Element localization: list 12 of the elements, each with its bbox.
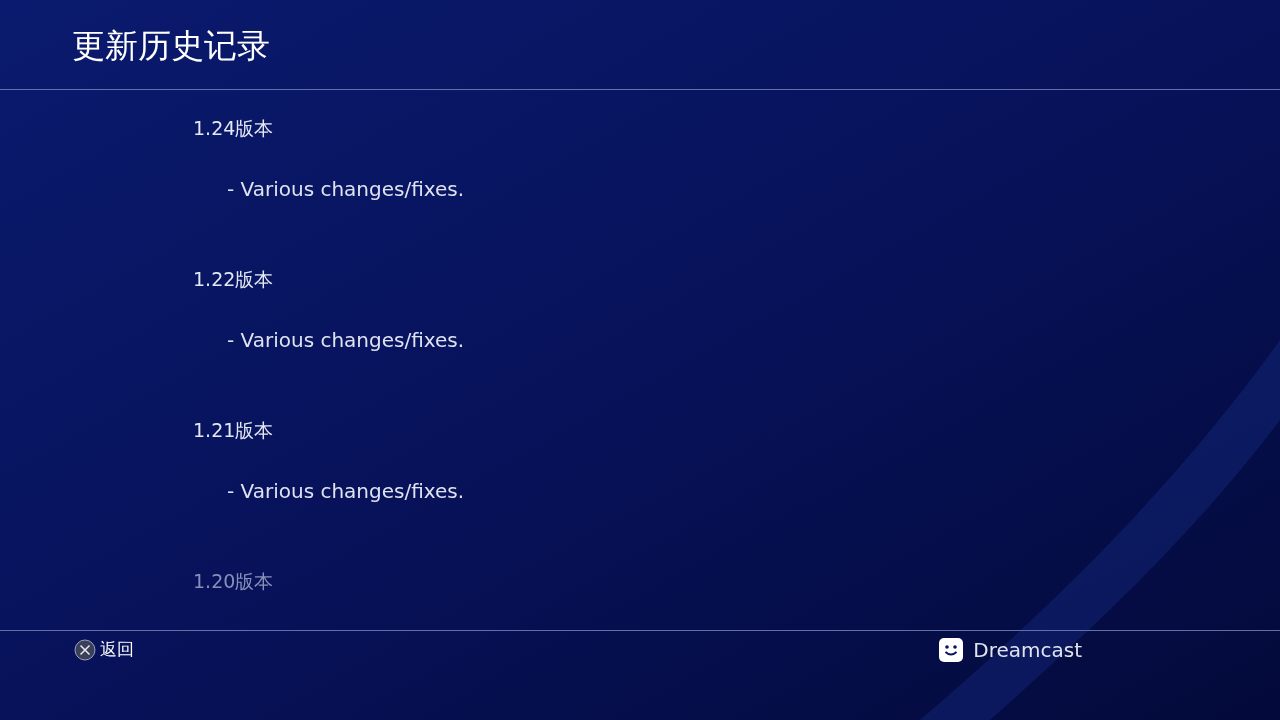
page-title: 更新历史记录 bbox=[72, 24, 270, 67]
version-heading: 1.20版本 bbox=[193, 569, 274, 594]
user-name: Dreamcast bbox=[973, 636, 1082, 664]
version-heading: 1.22版本 bbox=[193, 267, 274, 292]
version-heading: 1.24版本 bbox=[193, 116, 274, 141]
version-heading: 1.21版本 bbox=[193, 418, 274, 443]
user-avatar-icon bbox=[939, 637, 964, 662]
change-note: - Various changes/fixes. bbox=[227, 176, 465, 202]
change-note: - Various changes/fixes. bbox=[227, 327, 465, 353]
change-note: - Various changes/fixes. bbox=[227, 478, 465, 504]
cross-button-icon bbox=[74, 638, 96, 661]
back-button[interactable]: 返回 bbox=[74, 636, 134, 663]
